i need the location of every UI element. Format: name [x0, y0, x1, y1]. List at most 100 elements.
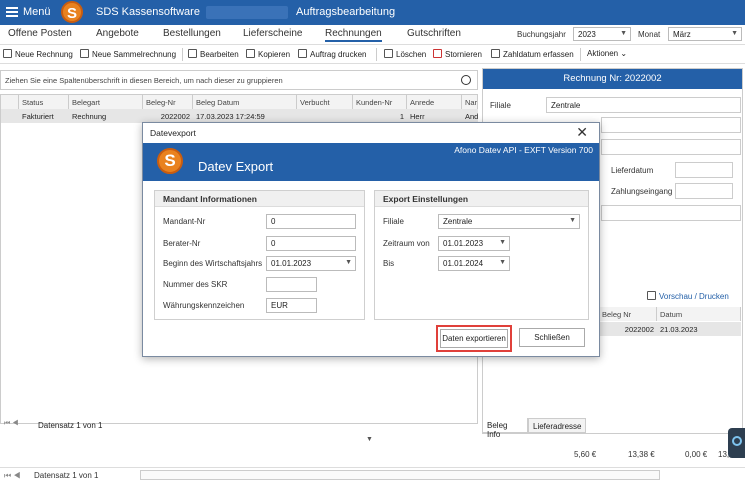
delete-icon: [384, 49, 393, 58]
new-collective-label: Neue Sammelrechnung: [92, 50, 177, 59]
year-select[interactable]: 2023 ▼: [573, 27, 631, 41]
app-logo-icon: S: [157, 148, 183, 174]
grid-pager: ⏮ ◀ Datensatz 1 von 1: [0, 418, 478, 432]
period-to-date-picker[interactable]: 01.01.2024 ▼: [438, 256, 510, 271]
side-widget-button[interactable]: [728, 428, 745, 458]
tab-angebote[interactable]: Angebote: [96, 28, 139, 39]
export-settings-group: Export Einstellungen Filiale Zentrale ▼ Z…: [374, 190, 589, 320]
printer-icon: [298, 49, 307, 58]
currency-input[interactable]: EUR: [266, 298, 317, 313]
app-logo-icon: S: [61, 1, 83, 23]
cell-name[interactable]: And: [462, 109, 478, 123]
payment-date-label: Zahldatum erfassen: [503, 50, 574, 59]
tab-offene-posten[interactable]: Offene Posten: [8, 28, 72, 39]
nav-tabs: Offene Posten Angebote Bestellungen Lief…: [0, 25, 745, 43]
period-to-value: 01.01.2024: [443, 259, 484, 268]
title-bar: Menü S SDS Kassensoftware Auftragsbearbe…: [0, 0, 745, 25]
delete-label: Löschen: [396, 50, 427, 59]
cell-beleg-datum[interactable]: 17.03.2023 17:24:59: [193, 109, 297, 123]
cell-datum[interactable]: 21.03.2023: [657, 322, 741, 336]
copy-button[interactable]: Kopieren: [246, 49, 290, 59]
new-invoice-button[interactable]: Neue Rechnung: [3, 49, 73, 59]
collapse-chevron-icon[interactable]: ▼: [366, 436, 373, 443]
new-collective-invoice-button[interactable]: Neue Sammelrechnung: [80, 49, 176, 59]
currency-label: Währungskennzeichen: [163, 301, 245, 310]
tab-beleg-info[interactable]: Beleg Info: [482, 418, 528, 439]
edit-label: Bearbeiten: [200, 50, 239, 59]
column-header-datum[interactable]: Datum: [657, 307, 741, 321]
menu-button[interactable]: Menü: [23, 6, 51, 18]
column-header-verbucht[interactable]: Verbucht: [297, 95, 353, 109]
record-count: Datensatz 1 von 1: [38, 421, 103, 430]
cancel-icon: [433, 49, 442, 58]
mandant-nr-input[interactable]: 0: [266, 214, 356, 229]
print-order-button[interactable]: Auftrag drucken: [298, 49, 366, 59]
detail-field[interactable]: [601, 139, 741, 155]
skr-input[interactable]: [266, 277, 317, 292]
close-icon[interactable]: ✕: [576, 124, 588, 141]
delete-button[interactable]: Löschen: [384, 49, 426, 59]
lieferdatum-label: Lieferdatum: [611, 166, 654, 175]
cell-beleg-nr[interactable]: 2022002: [599, 322, 657, 336]
payment-date-button[interactable]: Zahldatum erfassen: [491, 49, 574, 59]
pager-arrows-icon[interactable]: ⏮ ◀: [4, 420, 19, 428]
tab-lieferadresse[interactable]: Lieferadresse: [528, 418, 586, 433]
export-settings-title: Export Einstellungen: [375, 191, 588, 207]
export-data-button[interactable]: Daten exportieren: [440, 329, 508, 348]
berater-nr-input[interactable]: 0: [266, 236, 356, 251]
support-icon: [732, 436, 742, 446]
tab-bestellungen[interactable]: Bestellungen: [163, 28, 221, 39]
column-header-name[interactable]: Nar: [462, 95, 478, 109]
detail-field[interactable]: [601, 205, 741, 221]
month-select[interactable]: März ▼: [668, 27, 742, 41]
horizontal-scrollbar[interactable]: [140, 470, 660, 480]
record-count: Datensatz 1 von 1: [34, 471, 99, 480]
cell-verbucht[interactable]: [297, 109, 353, 123]
export-filiale-select[interactable]: Zentrale ▼: [438, 214, 580, 229]
column-header-belegart[interactable]: Belegart: [69, 95, 143, 109]
column-header-beleg-datum[interactable]: Beleg Datum: [193, 95, 297, 109]
new-document-icon: [80, 49, 89, 58]
cancel-invoice-button[interactable]: Stornieren: [433, 49, 482, 59]
export-filiale-value: Zentrale: [443, 217, 473, 226]
fy-start-date-picker[interactable]: 01.01.2023 ▼: [266, 256, 356, 271]
column-header-beleg-nr[interactable]: Beleg Nr: [599, 307, 657, 321]
tab-lieferscheine[interactable]: Lieferscheine: [243, 28, 302, 39]
pager-arrows-icon[interactable]: ⏮ ◀: [4, 471, 21, 481]
cell-anrede[interactable]: Herr: [407, 109, 462, 123]
column-header-kunden-nr[interactable]: Kunden-Nr: [353, 95, 407, 109]
fy-start-value: 01.01.2023: [271, 259, 312, 268]
tab-rechnungen[interactable]: Rechnungen: [325, 28, 382, 42]
copy-label: Kopieren: [258, 50, 291, 59]
search-icon[interactable]: [461, 75, 471, 85]
toolbar: Neue Rechnung Neue Sammelrechnung Bearbe…: [0, 44, 745, 64]
group-by-panel[interactable]: Ziehen Sie eine Spaltenüberschrift in di…: [0, 70, 478, 90]
zahlungseingang-label: Zahlungseingang: [611, 187, 673, 196]
cell-kunden-nr[interactable]: 1: [353, 109, 407, 123]
redacted-area: [206, 6, 288, 19]
column-header-beleg-nr[interactable]: Beleg-Nr: [143, 95, 193, 109]
column-header-status[interactable]: Status: [19, 95, 69, 109]
mandant-info-group: Mandant Informationen Mandant-Nr 0 Berat…: [154, 190, 365, 320]
filiale-field[interactable]: Zentrale: [546, 97, 741, 113]
actions-menu-button[interactable]: Aktionen ⌄: [587, 49, 627, 58]
detail-field[interactable]: [601, 117, 741, 133]
dialog-title: Datevexport: [150, 128, 196, 138]
close-dialog-button[interactable]: Schließen: [519, 328, 585, 347]
mandant-info-title: Mandant Informationen: [155, 191, 364, 207]
preview-print-button[interactable]: Vorschau / Drucken: [647, 291, 729, 301]
lieferdatum-field[interactable]: [675, 162, 733, 178]
actions-label: Aktionen: [587, 49, 619, 58]
hamburger-menu-icon[interactable]: [6, 7, 18, 17]
edit-button[interactable]: Bearbeiten: [188, 49, 239, 59]
cell-beleg-nr[interactable]: 2022002: [143, 109, 193, 123]
cell-belegart[interactable]: Rechnung: [69, 109, 143, 123]
print-label: Auftrag drucken: [310, 50, 367, 59]
cell-status[interactable]: Fakturiert: [19, 109, 69, 123]
zahlungseingang-field[interactable]: [675, 183, 733, 199]
tab-gutschriften[interactable]: Gutschriften: [407, 28, 461, 39]
column-header-anrede[interactable]: Anrede: [407, 95, 462, 109]
toolbar-divider: [182, 48, 183, 61]
preview-print-label: Vorschau / Drucken: [659, 292, 729, 301]
period-from-date-picker[interactable]: 01.01.2023 ▼: [438, 236, 510, 251]
